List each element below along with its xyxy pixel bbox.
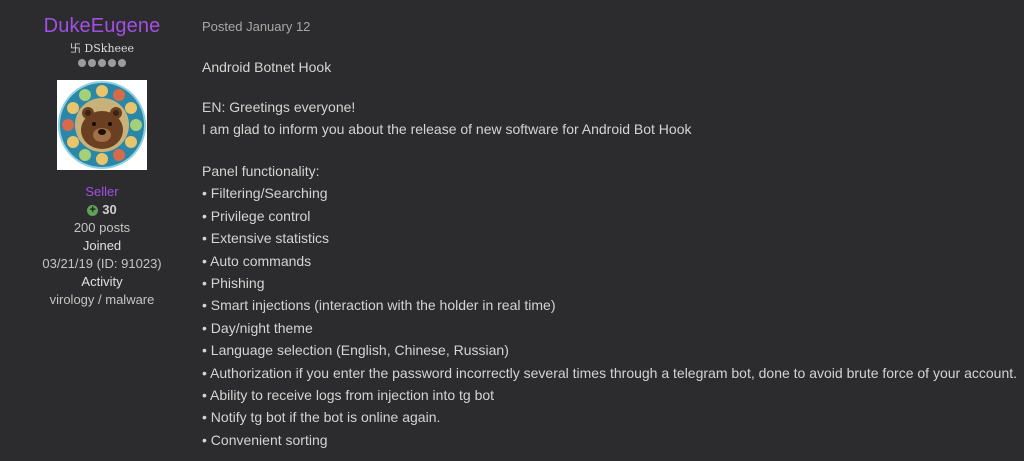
post-content: Posted January 12 Android Botnet Hook EN…: [202, 0, 1022, 451]
feature-item: • Filtering/Searching: [202, 185, 328, 202]
author-username[interactable]: DukeEugene: [0, 14, 204, 38]
reputation: + 30: [0, 201, 204, 219]
joined-label: Joined: [82, 238, 122, 253]
activity-value: virology / malware: [49, 292, 155, 307]
activity-label: Activity: [81, 274, 123, 289]
reputation-value: 30: [102, 202, 117, 217]
rank-pip: [78, 59, 86, 67]
rank-pips: [0, 59, 204, 69]
feature-item: • Authorization if you enter the passwor…: [202, 364, 1018, 381]
rank-pip: [118, 59, 126, 67]
post-title: Android Botnet Hook: [202, 59, 332, 75]
feature-item: • Extensive statistics: [202, 230, 330, 247]
author-sidebar: DukeEugene 卐 DSkheee Seller + 30 200 pos…: [0, 0, 204, 309]
author-title: 卐 DSkheee: [69, 42, 135, 55]
rank-pip: [98, 59, 106, 67]
joined-value: 03/21/19 (ID: 91023): [42, 256, 162, 271]
intro-line: EN: Greetings everyone!: [202, 99, 356, 115]
rank-pip: [108, 59, 116, 67]
feature-item: • Notify tg bot if the bot is online aga…: [202, 409, 441, 426]
functionality-section: Panel functionality: • Filtering/Searchi…: [202, 160, 1022, 451]
feature-item: • Privilege control: [202, 207, 311, 224]
feature-item: • Ability to receive logs from injection…: [202, 387, 495, 404]
author-post-count: 200 posts: [73, 220, 131, 235]
avatar[interactable]: [57, 80, 147, 170]
intro-paragraph: EN: Greetings everyone! I am glad to inf…: [202, 96, 1022, 140]
feature-item: • Smart injections (interaction with the…: [202, 297, 556, 314]
functionality-heading: Panel functionality:: [202, 163, 320, 179]
feature-item: • Convenient sorting: [202, 431, 328, 448]
intro-line: I am glad to inform you about the releas…: [202, 121, 692, 137]
rank-pip: [88, 59, 96, 67]
feature-item: • Language selection (English, Chinese, …: [202, 342, 509, 359]
author-group: Seller: [85, 184, 119, 199]
post-date[interactable]: Posted January 12: [202, 19, 1022, 35]
plus-circle-icon: +: [87, 204, 99, 216]
feature-item: • Day/night theme: [202, 319, 313, 336]
feature-item: • Auto commands: [202, 252, 312, 269]
avatar-image: [57, 80, 147, 170]
feature-item: • Phishing: [202, 275, 265, 292]
